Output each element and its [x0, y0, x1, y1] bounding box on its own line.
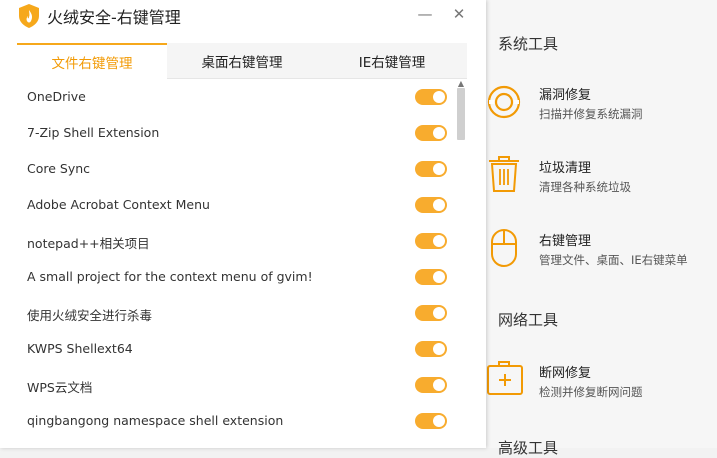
context-menu-list: OneDrive 7-Zip Shell Extension Core Sync… — [17, 79, 467, 448]
list-item: Core Sync — [17, 151, 457, 187]
enable-toggle[interactable] — [415, 305, 447, 321]
context-menu-dialog: 火绒安全-右键管理 — ✕ 文件右键管理 桌面右键管理 IE右键管理 OneDr… — [0, 0, 486, 448]
tool-vulnerability-repair[interactable]: 漏洞修复 扫描并修复系统漏洞 — [486, 82, 717, 142]
toggle-knob — [433, 235, 445, 247]
item-label: KWPS Shellext64 — [27, 341, 133, 356]
toggle-knob — [433, 271, 445, 283]
list-item: notepad++相关项目 — [17, 223, 457, 259]
trash-icon — [489, 156, 519, 192]
item-label: WPS云文档 — [27, 380, 93, 395]
scrollbar-thumb[interactable] — [457, 88, 465, 140]
tool-network-repair[interactable]: 断网修复 检测并修复断网问题 — [486, 360, 717, 420]
tool-name: 右键管理 — [539, 234, 592, 249]
enable-toggle[interactable] — [415, 377, 447, 393]
list-item: 使用火绒安全进行杀毒 — [17, 295, 457, 331]
list-item: A small project for the context menu of … — [17, 259, 457, 295]
item-label: 使用火绒安全进行杀毒 — [27, 308, 153, 323]
minimize-button[interactable]: — — [412, 3, 438, 25]
toggle-knob — [433, 127, 445, 139]
list-item: KWPS Shellext64 — [17, 331, 457, 367]
tool-description: 扫描并修复系统漏洞 — [539, 107, 643, 121]
vulnerability-repair-icon — [487, 85, 521, 119]
item-label: A small project for the context menu of … — [27, 269, 313, 284]
tool-description: 检测并修复断网问题 — [539, 385, 643, 399]
tool-description: 清理各种系统垃圾 — [539, 180, 631, 194]
enable-toggle[interactable] — [415, 125, 447, 141]
enable-toggle[interactable] — [415, 233, 447, 249]
mouse-icon — [491, 229, 517, 267]
close-button[interactable]: ✕ — [446, 3, 472, 25]
huorong-logo-icon — [19, 4, 39, 28]
item-label: Adobe Acrobat Context Menu — [27, 197, 210, 212]
item-label: notepad++相关项目 — [27, 236, 150, 251]
toggle-knob — [433, 199, 445, 211]
enable-toggle[interactable] — [415, 341, 447, 357]
item-label: OneDrive — [27, 89, 86, 104]
tool-junk-cleanup[interactable]: 垃圾清理 清理各种系统垃圾 — [486, 155, 717, 215]
first-aid-kit-icon — [487, 361, 523, 395]
toggle-knob — [433, 343, 445, 355]
enable-toggle[interactable] — [415, 413, 447, 429]
tab-ie-context-menu[interactable]: IE右键管理 — [317, 43, 467, 78]
item-label: 7-Zip Shell Extension — [27, 125, 160, 140]
enable-toggle[interactable] — [415, 161, 447, 177]
tab-bar: 文件右键管理 桌面右键管理 IE右键管理 — [17, 43, 467, 79]
tool-name: 垃圾清理 — [539, 161, 592, 176]
list-item: Adobe Acrobat Context Menu — [17, 187, 457, 223]
tool-context-menu-manager[interactable]: 右键管理 管理文件、桌面、IE右键菜单 — [486, 228, 717, 288]
toggle-knob — [433, 91, 445, 103]
enable-toggle[interactable] — [415, 89, 447, 105]
system-tools-title: 系统工具 — [498, 35, 559, 53]
tool-description: 管理文件、桌面、IE右键菜单 — [539, 253, 688, 267]
tool-name: 断网修复 — [539, 366, 592, 381]
tab-file-context-menu[interactable]: 文件右键管理 — [17, 43, 167, 79]
enable-toggle[interactable] — [415, 269, 447, 285]
list-item: qingbangong namespace shell extension — [17, 403, 457, 439]
window-title: 火绒安全-右键管理 — [47, 8, 181, 27]
toggle-knob — [433, 307, 445, 319]
toggle-knob — [433, 163, 445, 175]
item-label: qingbangong namespace shell extension — [27, 413, 284, 428]
list-item: OneDrive — [17, 79, 457, 115]
enable-toggle[interactable] — [415, 197, 447, 213]
toggle-knob — [433, 415, 445, 427]
title-bar[interactable]: 火绒安全-右键管理 — ✕ — [0, 0, 486, 40]
tools-panel: 系统工具 漏洞修复 扫描并修复系统漏洞 垃圾清理 清理各种系统垃圾 右键管理 管… — [486, 0, 717, 457]
tool-name: 漏洞修复 — [539, 88, 592, 103]
toggle-knob — [433, 379, 445, 391]
list-item: 7-Zip Shell Extension — [17, 115, 457, 151]
item-label: Core Sync — [27, 161, 91, 176]
network-tools-title: 网络工具 — [498, 311, 559, 329]
tab-desktop-context-menu[interactable]: 桌面右键管理 — [167, 43, 317, 78]
list-item: WPS云文档 — [17, 367, 457, 403]
